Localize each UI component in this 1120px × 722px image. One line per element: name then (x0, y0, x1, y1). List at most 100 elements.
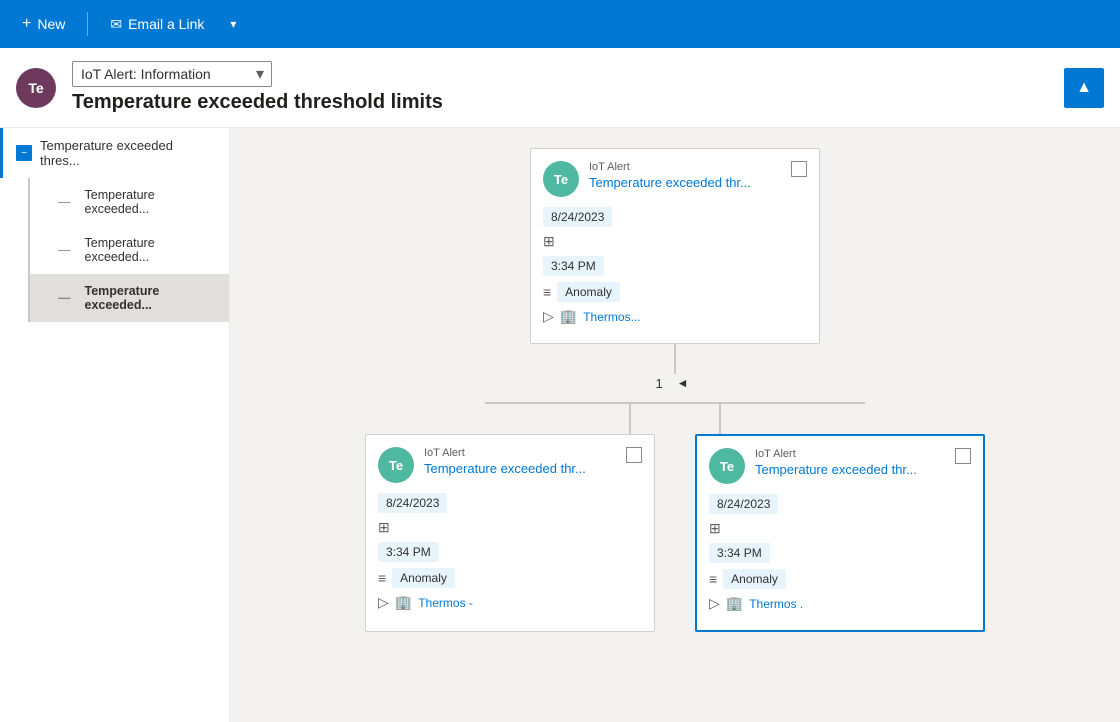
root-card-date: 8/24/2023 (543, 207, 612, 227)
email-link-button[interactable]: ✉ Email a Link (100, 10, 214, 39)
child-1-arrow-icon: ▷ (378, 594, 389, 611)
email-link-label: Email a Link (128, 16, 204, 32)
child-1-time: 3:34 PM (378, 542, 439, 562)
collapse-icon: − (16, 145, 32, 161)
child-2-link[interactable]: Thermos . (749, 597, 803, 611)
child-2-tag-icon: ≡ (709, 571, 717, 587)
child-verts (485, 404, 865, 434)
toolbar-separator (87, 12, 88, 36)
new-button[interactable]: + New (12, 9, 75, 39)
root-vert-line (674, 344, 676, 374)
child-1-type: IoT Alert (424, 447, 616, 459)
child-2-arrow-icon: ▷ (709, 595, 720, 612)
child-1-checkbox[interactable] (626, 447, 642, 463)
root-card-date-field: 8/24/2023 (543, 207, 807, 227)
sidebar: − Temperature exceeded thres... — Temper… (0, 128, 230, 722)
collapse-icon: ▲ (1076, 79, 1092, 97)
root-card-link-row: ▷ 🏢 Thermos... (543, 308, 807, 325)
child-2-type: IoT Alert (755, 448, 945, 460)
child-1-tag: Anomaly (392, 568, 455, 588)
child-1-icon-row: ⊞ (378, 519, 642, 536)
child-1-date-field: 8/24/2023 (378, 493, 642, 513)
toolbar: + New ✉ Email a Link ▾ (0, 0, 1120, 48)
main-layout: − Temperature exceeded thres... — Temper… (0, 128, 1120, 722)
child-2-entity-icon: 🏢 (726, 595, 743, 612)
child-1-link-row: ▷ 🏢 Thermos - (378, 594, 642, 611)
child-1-header: Te IoT Alert Temperature exceeded thr... (378, 447, 642, 483)
sidebar-item-parent[interactable]: − Temperature exceeded thres... (0, 128, 229, 178)
child-2-time: 3:34 PM (709, 543, 770, 563)
root-card-title: Temperature exceeded thr... (589, 175, 781, 192)
entity-icon: 🏢 (560, 308, 577, 325)
child-1-db-icon: ⊞ (378, 519, 390, 536)
sidebar-child-label-2: Temperature exceeded... (85, 236, 214, 264)
child-2-date-field: 8/24/2023 (709, 494, 971, 514)
sidebar-item-child-2[interactable]: — Temperature exceeded... (30, 226, 229, 274)
sidebar-item-label: Temperature exceeded thres... (40, 138, 213, 168)
root-card-tag-row: ≡ Anomaly (543, 282, 807, 302)
root-card-avatar: Te (543, 161, 579, 197)
page-title: Temperature exceeded threshold limits (72, 91, 1048, 114)
root-card-checkbox[interactable] (791, 161, 807, 177)
horiz-line (485, 402, 865, 404)
pagination-row: 1 ◄ (655, 374, 694, 392)
root-card-type: IoT Alert (589, 161, 781, 173)
child-2-date: 8/24/2023 (709, 494, 778, 514)
sidebar-item-child-1[interactable]: — Temperature exceeded... (30, 178, 229, 226)
alert-type-select-wrapper[interactable]: IoT Alert: Information (72, 61, 272, 87)
horiz-connector (485, 402, 865, 404)
child-card-2[interactable]: Te IoT Alert Temperature exceeded thr...… (695, 434, 985, 632)
child-1-title: Temperature exceeded thr... (424, 461, 616, 478)
collapse-button[interactable]: ▲ (1064, 68, 1104, 108)
sidebar-child-label-1: Temperature exceeded... (85, 188, 214, 216)
child-right-vert (719, 404, 721, 434)
arrow-icon: ▷ (543, 308, 554, 325)
tree-container: Te IoT Alert Temperature exceeded thr...… (250, 148, 1100, 672)
child-2-checkbox[interactable] (955, 448, 971, 464)
root-card-tag: Anomaly (557, 282, 620, 302)
child-2-info: IoT Alert Temperature exceeded thr... (755, 448, 945, 479)
tag-icon: ≡ (543, 284, 551, 300)
child-2-time-field: 3:34 PM (709, 543, 971, 563)
root-card[interactable]: Te IoT Alert Temperature exceeded thr...… (530, 148, 820, 344)
pagination-prev-button[interactable]: ◄ (671, 374, 695, 392)
sidebar-item-child-3[interactable]: — Temperature exceeded... (30, 274, 229, 322)
sidebar-child-label-3: Temperature exceeded... (85, 284, 214, 312)
child-2-link-row: ▷ 🏢 Thermos . (709, 595, 971, 612)
child-2-header: Te IoT Alert Temperature exceeded thr... (709, 448, 971, 484)
root-connector: 1 ◄ (485, 344, 865, 434)
child-dash-2: — (58, 243, 71, 257)
alert-type-select[interactable]: IoT Alert: Information (72, 61, 272, 87)
header-info: IoT Alert: Information Temperature excee… (72, 61, 1048, 114)
child-2-title: Temperature exceeded thr... (755, 462, 945, 479)
avatar: Te (16, 68, 56, 108)
child-1-link[interactable]: Thermos - (418, 596, 473, 610)
child-card-1[interactable]: Te IoT Alert Temperature exceeded thr...… (365, 434, 655, 632)
child-2-icon-row: ⊞ (709, 520, 971, 537)
child-2-db-icon: ⊞ (709, 520, 721, 537)
toolbar-dropdown-button[interactable]: ▾ (222, 11, 244, 37)
root-card-header: Te IoT Alert Temperature exceeded thr... (543, 161, 807, 197)
root-card-icon-row: ⊞ (543, 233, 807, 250)
child-1-entity-icon: 🏢 (395, 594, 412, 611)
child-dash-1: — (58, 195, 71, 209)
content-area: Te IoT Alert Temperature exceeded thr...… (230, 128, 1120, 722)
database-icon: ⊞ (543, 233, 555, 250)
child-1-tag-row: ≡ Anomaly (378, 568, 642, 588)
child-left-vert (629, 404, 631, 434)
children-area: Te IoT Alert Temperature exceeded thr...… (365, 434, 985, 632)
child-2-tag-row: ≡ Anomaly (709, 569, 971, 589)
root-card-info: IoT Alert Temperature exceeded thr... (589, 161, 781, 192)
child-1-date: 8/24/2023 (378, 493, 447, 513)
child-2-tag: Anomaly (723, 569, 786, 589)
header-dropdown: IoT Alert: Information (72, 61, 1048, 87)
root-card-link[interactable]: Thermos... (583, 310, 640, 324)
child-2-avatar: Te (709, 448, 745, 484)
child-dash-3: — (58, 291, 71, 305)
plus-icon: + (22, 15, 31, 33)
pagination-number: 1 (655, 376, 662, 391)
root-card-time-field: 3:34 PM (543, 256, 807, 276)
child-1-tag-icon: ≡ (378, 570, 386, 586)
child-1-info: IoT Alert Temperature exceeded thr... (424, 447, 616, 478)
email-icon: ✉ (110, 16, 122, 33)
